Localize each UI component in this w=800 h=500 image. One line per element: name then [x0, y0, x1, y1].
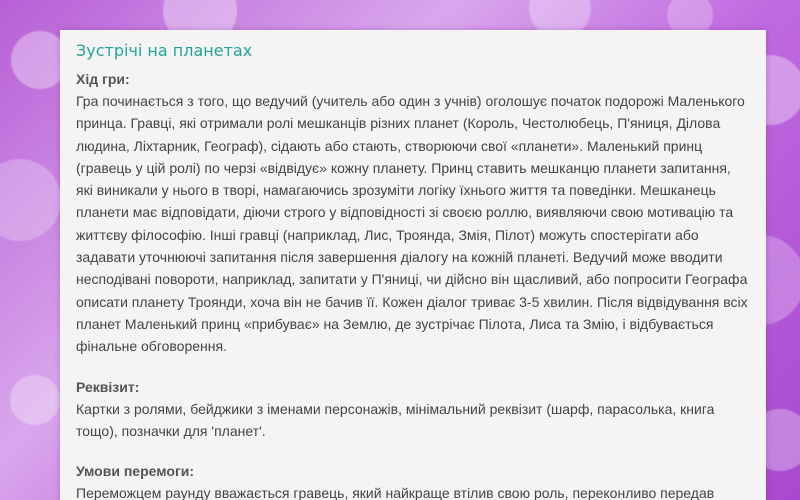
section-text-props: Картки з ролями, бейджики з іменами перс… — [76, 400, 715, 439]
content-card: Зустрічі на планетах Хід гри: Гра почина… — [60, 30, 766, 500]
section-gameplay: Хід гри: Гра починається з того, що веду… — [76, 68, 750, 358]
section-text-win-conditions: Переможцем раунду вважається гравець, як… — [76, 485, 715, 500]
section-heading-props: Реквізит: — [76, 378, 140, 395]
section-text-gameplay: Гра починається з того, що ведучий (учит… — [76, 93, 748, 355]
section-win-conditions: Умови перемоги: Переможцем раунду вважає… — [76, 460, 750, 500]
page-title: Зустрічі на планетах — [76, 41, 253, 60]
section-heading-gameplay: Хід гри: — [76, 71, 130, 87]
section-heading-win-conditions: Умови перемоги: — [76, 463, 195, 480]
section-props: Реквізит: Картки з ролями, бейджики з ім… — [76, 376, 750, 443]
